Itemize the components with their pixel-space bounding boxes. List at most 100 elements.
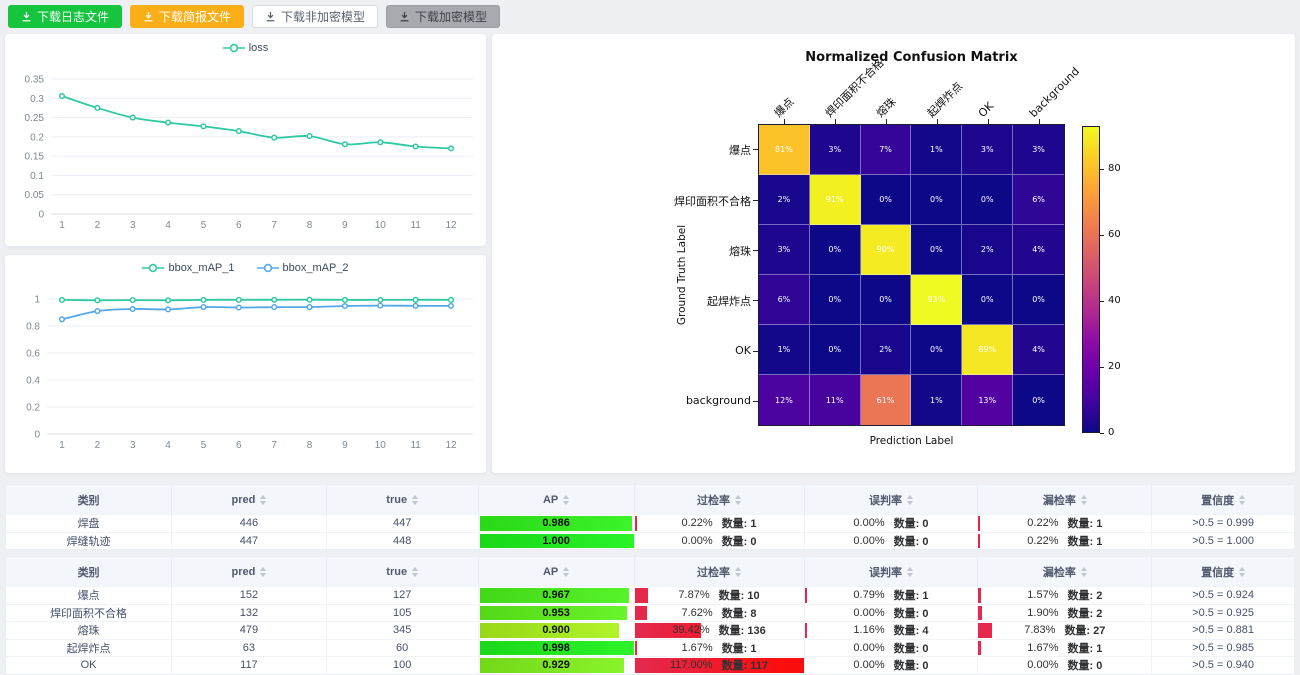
svg-text:2: 2 — [95, 440, 101, 451]
col-header-pred[interactable]: pred — [172, 485, 327, 514]
col-header-pred[interactable]: pred — [172, 557, 327, 586]
category-cell: 爆点 — [6, 587, 172, 604]
true-cell: 345 — [327, 622, 479, 639]
legend-item-bbox_mAP_1[interactable]: bbox_mAP_1 — [142, 262, 234, 274]
metrics-table-1: 类别predtrueAP过检率误判率漏检率置信度焊盘4464470.9860.2… — [5, 484, 1295, 550]
matrix-colorbar-icon — [1082, 126, 1100, 433]
matrix-cell: 1% — [759, 325, 810, 375]
confusion-matrix-card: Normalized Confusion Matrix Prediction L… — [492, 34, 1295, 473]
svg-text:10: 10 — [375, 440, 387, 451]
loss-chart-plot: 00.050.10.150.20.250.30.3512345678910111… — [5, 34, 486, 246]
matrix-cell: 0% — [810, 225, 861, 275]
col-header-over[interactable]: 过检率 — [635, 557, 805, 586]
col-header-miss[interactable]: 漏检率 — [978, 485, 1152, 514]
mis-rate-cell: 1.16%数量: 4 — [805, 622, 979, 639]
col-header-mis[interactable]: 误判率 — [805, 557, 979, 586]
loss-chart-card: loss00.050.10.150.20.250.30.351234567891… — [5, 34, 486, 246]
matrix-cell: 3% — [759, 225, 810, 275]
legend-item-bbox_mAP_2[interactable]: bbox_mAP_2 — [257, 262, 349, 274]
download-report-button[interactable]: 下载简报文件 — [130, 5, 244, 28]
axis-tick — [753, 250, 758, 251]
svg-text:4: 4 — [165, 220, 171, 231]
confidence-cell: >0.5 = 0.940 — [1152, 657, 1294, 674]
matrix-cell: 6% — [1013, 175, 1064, 225]
pred-cell: 447 — [172, 533, 327, 550]
mis-rate-cell: 0.00%数量: 0 — [805, 657, 979, 674]
ap-cell: 1.000 — [479, 533, 635, 550]
col-header-conf[interactable]: 置信度 — [1152, 485, 1294, 514]
confidence-cell: >0.5 = 0.999 — [1152, 515, 1294, 532]
col-header-miss[interactable]: 漏检率 — [978, 557, 1152, 586]
matrix-cell: 3% — [962, 125, 1013, 175]
matrix-title: Normalized Confusion Matrix — [758, 50, 1065, 65]
matrix-cell: 13% — [962, 375, 1013, 425]
colorbar-tick — [1100, 367, 1104, 368]
col-header-true[interactable]: true — [327, 557, 479, 586]
colorbar-tick-label: 0 — [1108, 427, 1114, 438]
over-rate-cell: 0.22%数量: 1 — [635, 515, 805, 532]
matrix-cell: 3% — [1013, 125, 1064, 175]
svg-text:7: 7 — [271, 220, 277, 231]
matrix-cell: 0% — [962, 275, 1013, 325]
svg-text:0.05: 0.05 — [25, 190, 45, 201]
axis-tick — [753, 300, 758, 301]
table-header-row: 类别predtrueAP过检率误判率漏检率置信度 — [6, 485, 1294, 514]
miss-rate-cell: 1.67%数量: 1 — [978, 640, 1152, 657]
matrix-cell: 0% — [861, 275, 912, 325]
svg-text:0.3: 0.3 — [30, 94, 44, 105]
col-header-ap[interactable]: AP — [479, 557, 635, 586]
pred-cell: 132 — [172, 605, 327, 622]
matrix-cell: 89% — [962, 325, 1013, 375]
sort-caret-icon — [563, 495, 569, 505]
matrix-cell: 81% — [759, 125, 810, 175]
table-row: 焊盘4464470.9860.22%数量: 10.00%数量: 00.22%数量… — [6, 514, 1294, 532]
svg-text:0.35: 0.35 — [25, 75, 45, 86]
sort-caret-icon — [563, 567, 569, 577]
ap-cell: 0.929 — [479, 657, 635, 674]
colorbar-tick — [1100, 433, 1104, 434]
over-rate-cell: 117.00%数量: 117 — [635, 657, 805, 674]
matrix-cell: 7% — [861, 125, 912, 175]
matrix-cell: 6% — [759, 275, 810, 325]
table-row: 焊缝轨迹4474481.0000.00%数量: 00.00%数量: 00.22%… — [6, 532, 1294, 550]
download-encrypted-model-button[interactable]: 下载加密模型 — [386, 5, 500, 28]
true-cell: 447 — [327, 515, 479, 532]
button-label: 下载加密模型 — [415, 8, 487, 25]
category-cell: 起焊炸点 — [6, 640, 172, 657]
col-header-over[interactable]: 过检率 — [635, 485, 805, 514]
matrix-cell: 0% — [962, 175, 1013, 225]
matrix-cell: 11% — [810, 375, 861, 425]
download-icon — [21, 11, 32, 22]
colorbar-tick-label: 40 — [1108, 295, 1121, 306]
col-header-true[interactable]: true — [327, 485, 479, 514]
matrix-row-label: 爆点 — [571, 142, 751, 158]
col-header-mis[interactable]: 误判率 — [805, 485, 979, 514]
axis-tick — [1039, 119, 1040, 124]
miss-rate-cell: 7.83%数量: 27 — [978, 622, 1152, 639]
matrix-cell: 4% — [1013, 325, 1064, 375]
download-plain-model-button[interactable]: 下载非加密模型 — [252, 5, 378, 28]
pred-cell: 446 — [172, 515, 327, 532]
svg-text:0.8: 0.8 — [26, 322, 40, 333]
sort-caret-icon — [1239, 567, 1245, 577]
matrix-cell: 0% — [810, 325, 861, 375]
matrix-cell: 0% — [861, 175, 912, 225]
svg-text:0.15: 0.15 — [25, 152, 45, 163]
svg-text:8: 8 — [307, 220, 313, 231]
svg-text:0.2: 0.2 — [26, 403, 40, 414]
col-header-ap[interactable]: AP — [479, 485, 635, 514]
pred-cell: 152 — [172, 587, 327, 604]
sort-caret-icon — [1081, 567, 1087, 577]
download-log-button[interactable]: 下载日志文件 — [8, 5, 122, 28]
category-cell: 熔珠 — [6, 622, 172, 639]
matrix-col-label: background — [1027, 65, 1082, 120]
category-cell: 焊印面积不合格 — [6, 605, 172, 622]
mis-rate-cell: 0.00%数量: 0 — [805, 640, 979, 657]
matrix-cell: 0% — [810, 275, 861, 325]
sort-caret-icon — [260, 495, 266, 505]
legend-item-loss[interactable]: loss — [223, 42, 269, 54]
matrix-cell: 93% — [911, 275, 962, 325]
table-row: 起焊炸点63600.9981.67%数量: 10.00%数量: 01.67%数量… — [6, 639, 1294, 657]
col-header-conf[interactable]: 置信度 — [1152, 557, 1294, 586]
confidence-cell: >0.5 = 0.924 — [1152, 587, 1294, 604]
